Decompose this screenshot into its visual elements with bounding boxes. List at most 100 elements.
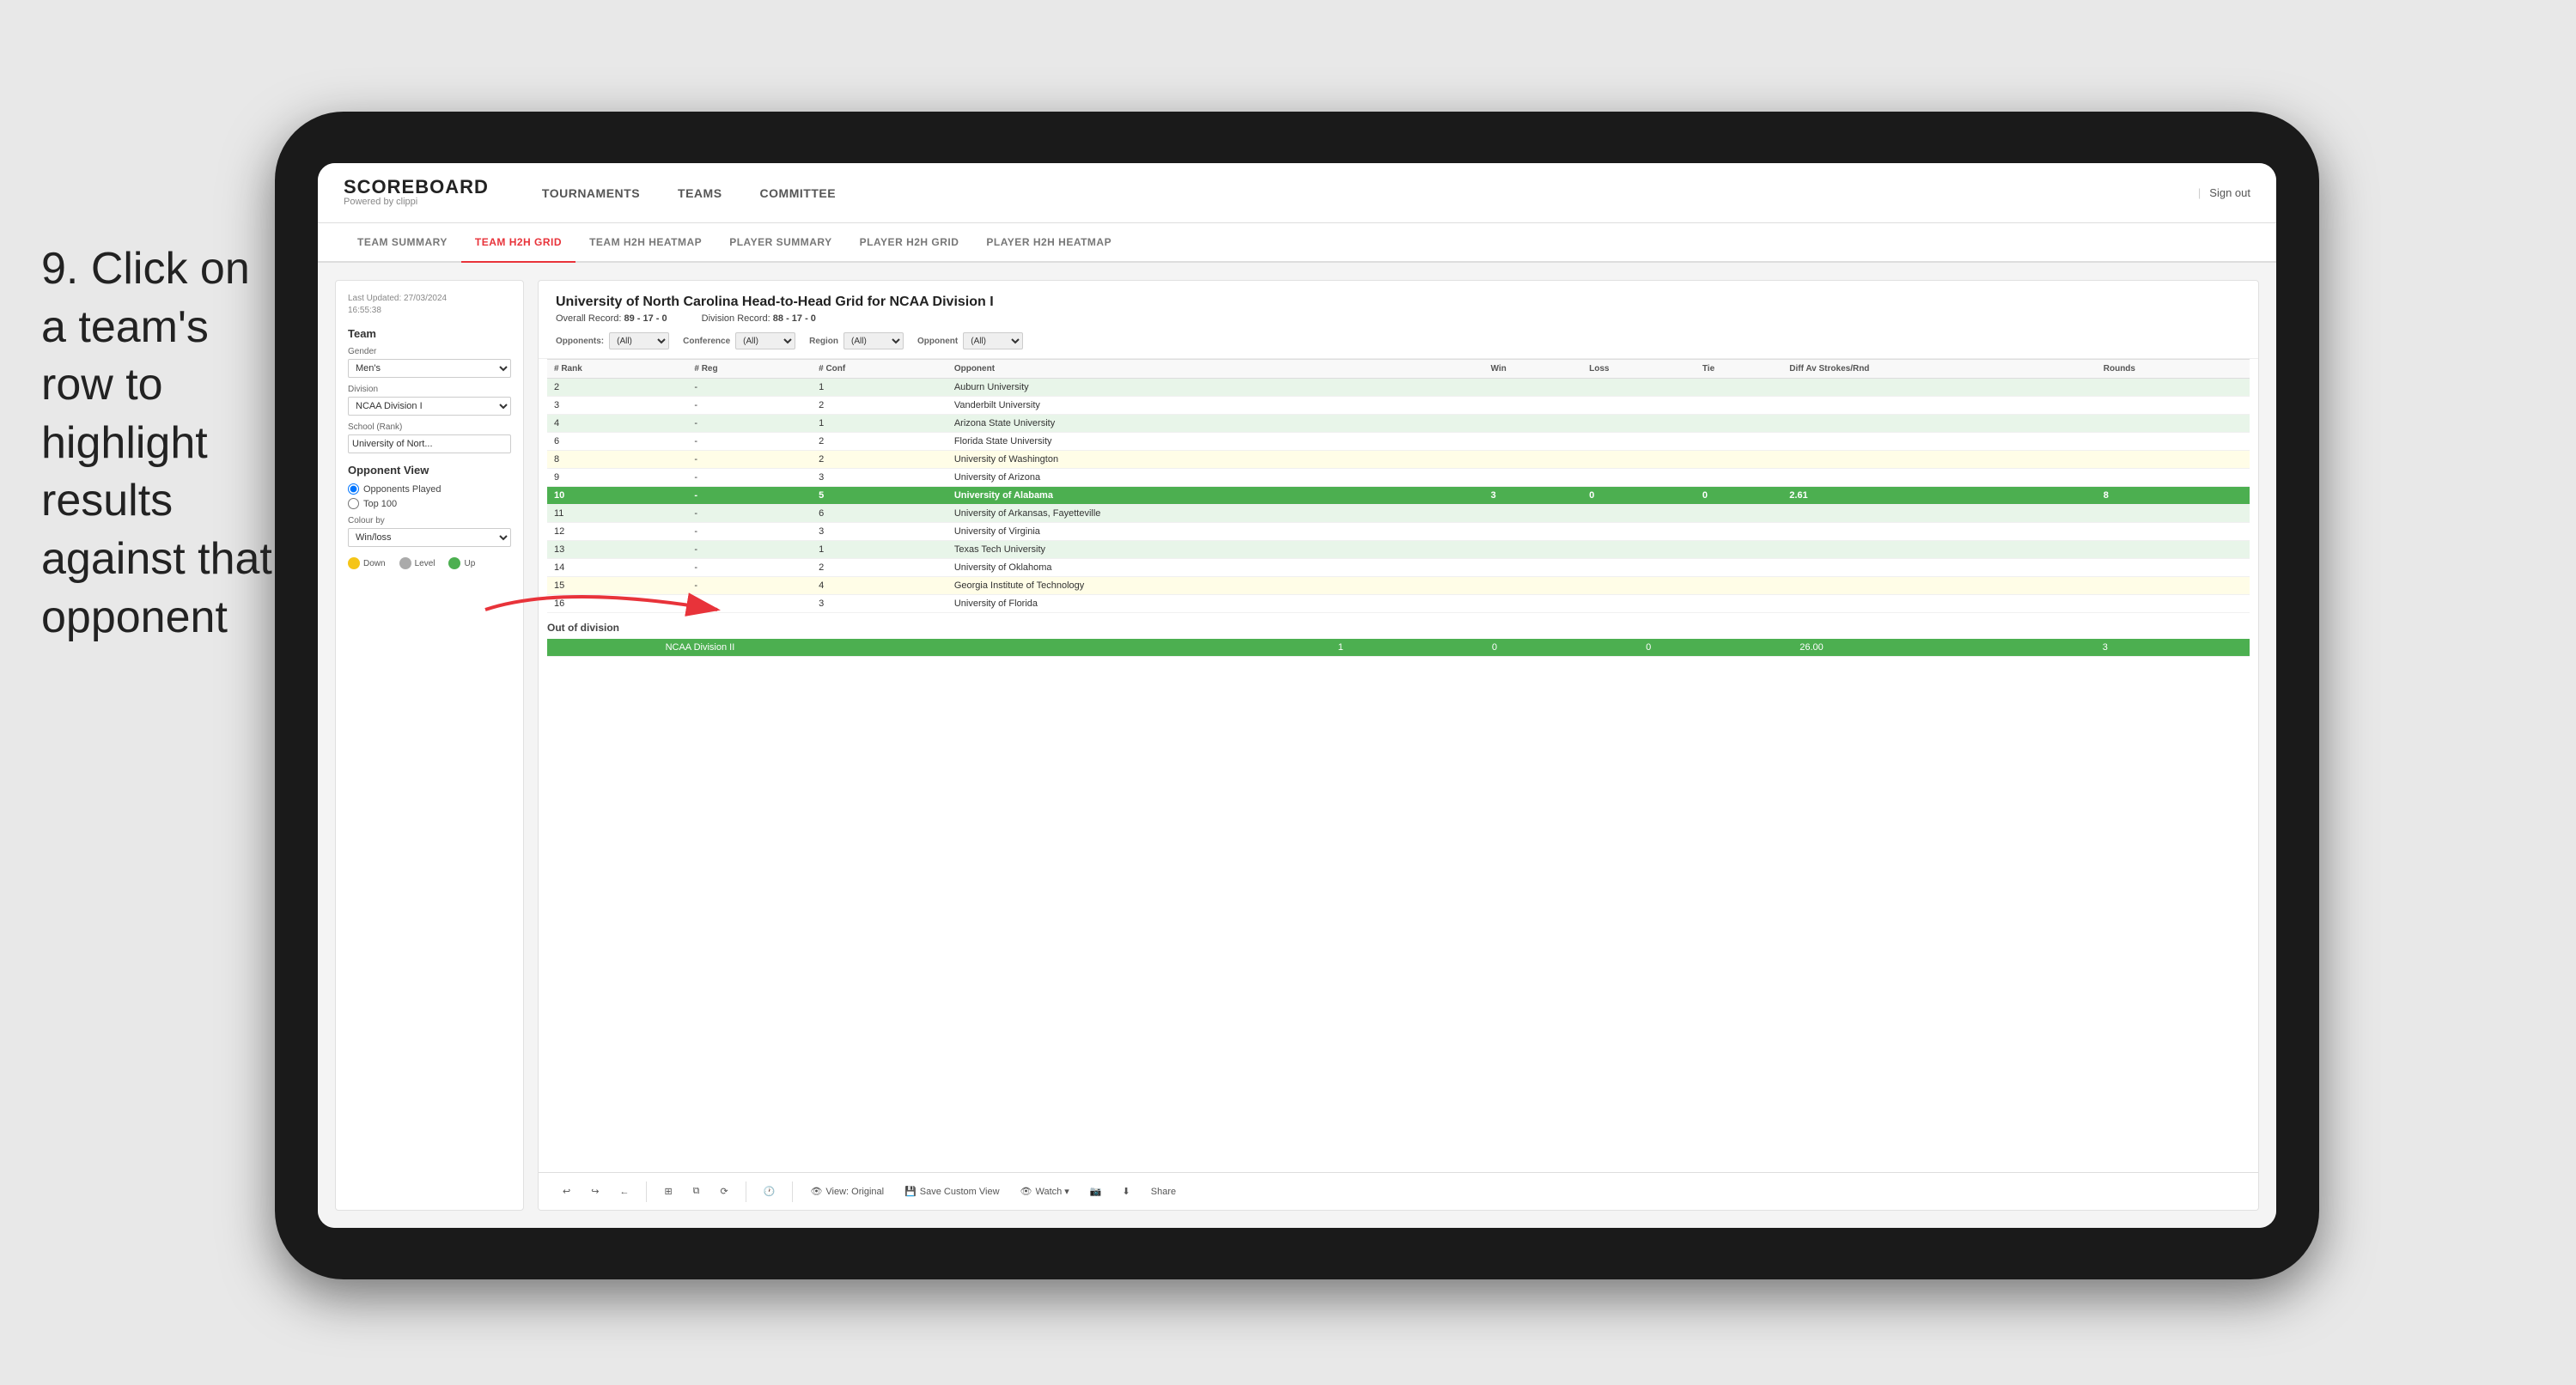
- radio-opponents-played[interactable]: Opponents Played: [348, 483, 511, 495]
- sign-out-link[interactable]: Sign out: [2209, 186, 2250, 199]
- refresh-btn[interactable]: ⟳: [714, 1182, 735, 1200]
- table-cell: University of Washington: [947, 451, 1484, 469]
- filter-region-select[interactable]: (All): [843, 332, 904, 349]
- undo-btn[interactable]: ↩: [556, 1182, 577, 1200]
- sub-nav-team-h2h-heatmap[interactable]: TEAM H2H HEATMAP: [575, 223, 716, 263]
- table-cell: 3: [812, 523, 947, 541]
- table-row[interactable]: 11-6University of Arkansas, Fayetteville: [547, 505, 2250, 523]
- table-row[interactable]: 4-1Arizona State University: [547, 415, 2250, 433]
- table-row[interactable]: 3-2Vanderbilt University: [547, 397, 2250, 415]
- table-cell: 0: [1582, 487, 1696, 505]
- col-opponent: Opponent: [947, 360, 1484, 379]
- table-cell: Auburn University: [947, 379, 1484, 397]
- col-rank: # Rank: [547, 360, 687, 379]
- filter-opponent-select[interactable]: (All): [963, 332, 1023, 349]
- nav-committee[interactable]: COMMITTEE: [741, 163, 856, 223]
- school-input[interactable]: [348, 434, 511, 453]
- table-cell: [1782, 505, 2097, 523]
- table-cell: [1582, 559, 1696, 577]
- table-cell: [1582, 541, 1696, 559]
- sub-nav-team-h2h-grid[interactable]: TEAM H2H GRID: [461, 223, 575, 263]
- table-cell: [1696, 595, 1782, 613]
- table-row[interactable]: 10-5University of Alabama3002.618: [547, 487, 2250, 505]
- filter-opponents-select[interactable]: (All): [609, 332, 669, 349]
- clock-btn[interactable]: 🕐: [757, 1182, 783, 1200]
- table-cell: -: [687, 487, 812, 505]
- table-cell: 16: [547, 595, 687, 613]
- download-btn[interactable]: ⬇: [1116, 1182, 1137, 1200]
- table-row[interactable]: 8-2University of Washington: [547, 451, 2250, 469]
- view-original-btn[interactable]: 👁 View: Original: [803, 1182, 891, 1200]
- table-row[interactable]: 2-1Auburn University: [547, 379, 2250, 397]
- table-cell: [1782, 379, 2097, 397]
- sub-nav: TEAM SUMMARY TEAM H2H GRID TEAM H2H HEAT…: [318, 223, 2276, 263]
- watch-icon: 👁: [1020, 1186, 1032, 1197]
- grid-btn[interactable]: ⊞: [657, 1182, 679, 1200]
- division-select[interactable]: NCAA Division I: [348, 397, 511, 416]
- table-cell: [1782, 469, 2097, 487]
- table-cell: 15: [547, 577, 687, 595]
- out-of-division-row[interactable]: NCAA Division II 1 0 0 26.00 3: [547, 639, 2250, 657]
- share-btn[interactable]: Share: [1144, 1183, 1183, 1200]
- table-cell: 1: [812, 379, 947, 397]
- gender-select[interactable]: Men's: [348, 359, 511, 378]
- table-cell: [1582, 379, 1696, 397]
- nav-tournaments[interactable]: TOURNAMENTS: [523, 163, 659, 223]
- table-row[interactable]: 14-2University of Oklahoma: [547, 559, 2250, 577]
- table-cell: [1696, 469, 1782, 487]
- table-cell: -: [687, 469, 812, 487]
- table-cell: [1582, 505, 1696, 523]
- out-of-division-label: Out of division: [547, 613, 2250, 639]
- col-tie: Tie: [1696, 360, 1782, 379]
- table-row[interactable]: 6-2Florida State University: [547, 433, 2250, 451]
- logo-subtitle: Powered by clippi: [344, 197, 489, 208]
- table-cell: [1484, 505, 1583, 523]
- table-row[interactable]: 9-3University of Arizona: [547, 469, 2250, 487]
- table-cell: [1782, 451, 2097, 469]
- screenshot-btn[interactable]: 📷: [1083, 1182, 1109, 1200]
- ood-win: 1: [1331, 639, 1485, 657]
- table-cell: [1484, 433, 1583, 451]
- out-of-division-table: NCAA Division II 1 0 0 26.00 3: [547, 639, 2250, 657]
- legend-down: Down: [348, 557, 386, 569]
- table-cell: 14: [547, 559, 687, 577]
- table-row[interactable]: 12-3University of Virginia: [547, 523, 2250, 541]
- sub-nav-player-h2h-heatmap[interactable]: PLAYER H2H HEATMAP: [972, 223, 1125, 263]
- table-cell: -: [687, 379, 812, 397]
- nav-teams[interactable]: TEAMS: [659, 163, 741, 223]
- table-cell: 2: [812, 433, 947, 451]
- ood-rounds: 3: [2096, 639, 2250, 657]
- table-row[interactable]: 15-4Georgia Institute of Technology: [547, 577, 2250, 595]
- table-cell: Georgia Institute of Technology: [947, 577, 1484, 595]
- sub-nav-team-summary[interactable]: TEAM SUMMARY: [344, 223, 461, 263]
- back-btn[interactable]: ←: [612, 1183, 636, 1200]
- watch-btn[interactable]: 👁 Watch ▾: [1014, 1182, 1076, 1200]
- table-cell: [1782, 541, 2097, 559]
- table-cell: [2097, 595, 2250, 613]
- redo-btn[interactable]: ↪: [584, 1182, 606, 1200]
- table-cell: -: [687, 559, 812, 577]
- nav-divider: |: [2198, 186, 2201, 199]
- save-custom-btn[interactable]: 💾 Save Custom View: [898, 1182, 1006, 1200]
- sub-nav-player-h2h-grid[interactable]: PLAYER H2H GRID: [846, 223, 973, 263]
- sub-nav-player-summary[interactable]: PLAYER SUMMARY: [716, 223, 845, 263]
- table-cell: 6: [812, 505, 947, 523]
- copy-btn[interactable]: ⧉: [686, 1182, 707, 1200]
- table-cell: 2: [812, 451, 947, 469]
- instruction-text: 9. Click on a team's row to highlight re…: [41, 240, 282, 647]
- ood-tie: 0: [1639, 639, 1793, 657]
- table-row[interactable]: 16-3University of Florida: [547, 595, 2250, 613]
- radio-top-100[interactable]: Top 100: [348, 498, 511, 509]
- table-cell: 6: [547, 433, 687, 451]
- table-cell: [1582, 433, 1696, 451]
- filter-conference-select[interactable]: (All): [735, 332, 795, 349]
- table-cell: University of Arkansas, Fayetteville: [947, 505, 1484, 523]
- table-cell: 0: [1696, 487, 1782, 505]
- table-cell: [1582, 595, 1696, 613]
- table-cell: [1582, 415, 1696, 433]
- separator-1: [646, 1182, 647, 1202]
- colour-by-select[interactable]: Win/loss: [348, 528, 511, 547]
- table-row[interactable]: 13-1Texas Tech University: [547, 541, 2250, 559]
- filter-region: Region (All): [809, 332, 904, 349]
- logo-area: SCOREBOARD Powered by clippi: [344, 178, 489, 208]
